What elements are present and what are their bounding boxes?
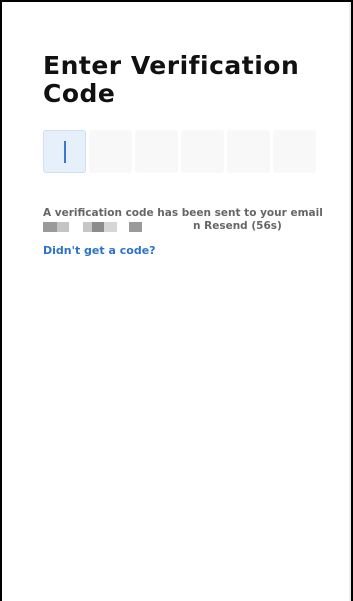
didnt-get-code-link[interactable]: Didn't get a code? [43,244,156,257]
redaction-block [92,222,104,232]
redaction-block [43,222,57,232]
redaction-block [57,222,69,232]
info-message: A verification code has been sent to you… [43,207,323,219]
redaction-gap [117,222,129,232]
scrollbar-track [349,2,351,601]
redaction-block [83,222,92,232]
text-cursor [64,141,66,163]
redaction-block [104,222,117,232]
resend-countdown[interactable]: n Resend (56s) [193,220,282,233]
verification-info: A verification code has been sent to you… [43,207,333,233]
code-digit-3[interactable] [135,130,178,173]
page-title: Enter Verification Code [43,51,300,108]
screen: Enter Verification Code A verification c… [0,0,353,601]
code-digit-5[interactable] [227,130,270,173]
redaction-block [129,222,142,232]
code-digit-1[interactable] [43,130,86,173]
verification-code-input[interactable] [43,130,316,173]
code-digit-4[interactable] [181,130,224,173]
code-digit-6[interactable] [273,130,316,173]
code-digit-2[interactable] [89,130,132,173]
redacted-email-row: n Resend (56s) [43,220,333,233]
redaction-gap [69,222,83,232]
